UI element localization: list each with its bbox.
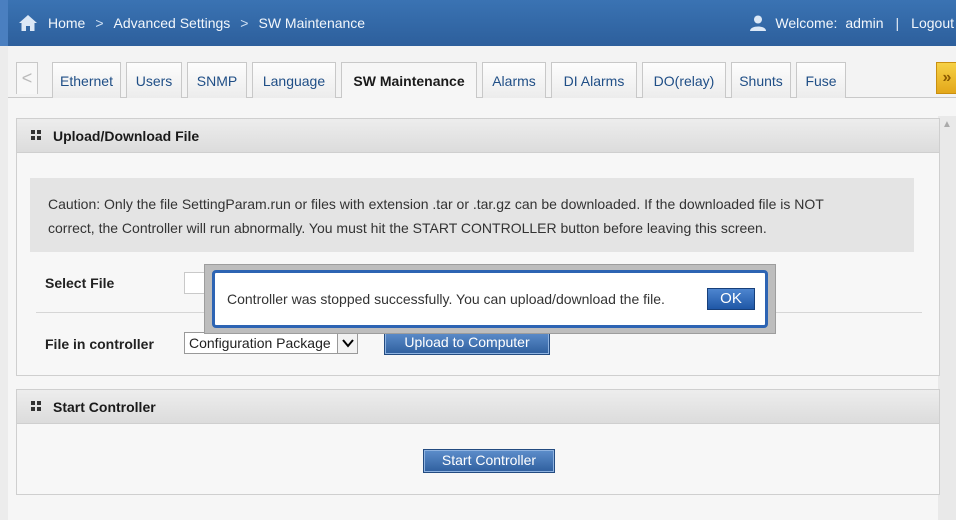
username: admin [845, 15, 884, 31]
tab-alarms[interactable]: Alarms [482, 62, 546, 98]
tab-language[interactable]: Language [252, 62, 336, 98]
user-area: Welcome: admin | Logout [749, 0, 956, 46]
breadcrumb-separator: > [95, 15, 104, 31]
panel-title: Upload/Download File [53, 127, 200, 144]
grip-icon [31, 129, 43, 142]
notification-dialog: Controller was stopped successfully. You… [212, 270, 768, 328]
dialog-message: Controller was stopped successfully. You… [227, 291, 665, 307]
tab-snmp[interactable]: SNMP [187, 62, 247, 98]
caution-line: Caution: Only the file SettingParam.run … [48, 196, 824, 212]
start-controller-panel: Start Controller [16, 389, 940, 495]
header-separator: | [895, 15, 900, 31]
logout-link[interactable]: Logout [911, 15, 954, 31]
welcome-label: Welcome: [775, 15, 838, 31]
top-header-bar: Home > Advanced Settings > SW Maintenanc… [0, 0, 956, 46]
start-controller-button[interactable]: Start Controller [423, 449, 555, 473]
grip-icon [31, 400, 43, 413]
tabs-next-button[interactable]: » [936, 62, 956, 94]
tab-do-relay[interactable]: DO(relay) [642, 62, 726, 98]
tab-bar: < Ethernet Users SNMP Language SW Mainte… [8, 46, 956, 99]
caution-line: correct, the Controller will run abnorma… [48, 220, 767, 236]
scroll-up-arrow-icon[interactable]: ▲ [938, 116, 956, 134]
upload-to-computer-button[interactable]: Upload to Computer [384, 331, 550, 355]
start-controller-panel-header: Start Controller [17, 390, 939, 424]
caution-message: Caution: Only the file SettingParam.run … [30, 178, 914, 252]
user-icon [750, 15, 767, 31]
upload-download-panel-header: Upload/Download File [17, 119, 939, 153]
file-type-select[interactable]: Configuration Package [184, 332, 358, 354]
ok-button[interactable]: OK [707, 288, 755, 310]
tab-ethernet[interactable]: Ethernet [52, 62, 121, 98]
breadcrumb-advanced-settings[interactable]: Advanced Settings [114, 15, 231, 31]
vertical-scrollbar[interactable]: ▲ [938, 116, 956, 520]
breadcrumb-current-page: SW Maintenance [258, 15, 366, 31]
file-in-controller-label: File in controller [45, 336, 154, 352]
tab-users[interactable]: Users [126, 62, 182, 98]
panel-title: Start Controller [53, 398, 156, 415]
tab-fuse[interactable]: Fuse [796, 62, 846, 98]
tab-shunts[interactable]: Shunts [731, 62, 791, 98]
breadcrumb-home[interactable]: Home [48, 15, 85, 31]
select-file-label: Select File [45, 275, 115, 291]
breadcrumb-separator: > [240, 15, 249, 31]
home-icon[interactable] [18, 14, 38, 32]
tab-di-alarms[interactable]: DI Alarms [551, 62, 637, 98]
breadcrumb: Home > Advanced Settings > SW Maintenanc… [8, 14, 365, 32]
selected-option: Configuration Package [189, 335, 331, 351]
chevron-down-icon[interactable] [337, 333, 357, 353]
tabs-prev-button[interactable]: < [16, 62, 38, 94]
tab-sw-maintenance[interactable]: SW Maintenance [341, 62, 477, 99]
